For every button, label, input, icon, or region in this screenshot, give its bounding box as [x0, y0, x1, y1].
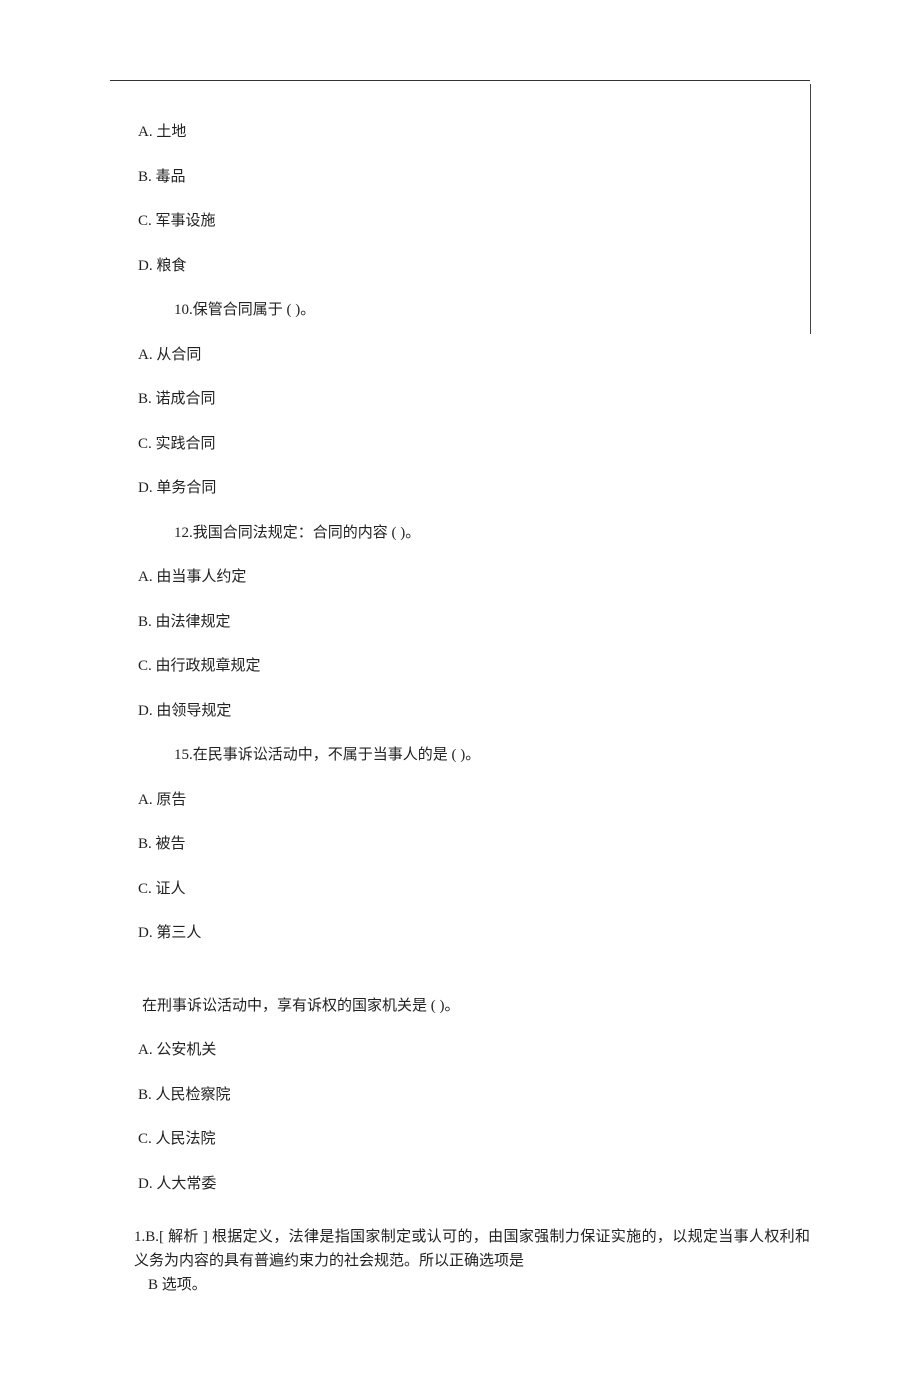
q12-option-c: C. 由行政规章规定: [138, 655, 810, 678]
q12-stem: 12.我国合同法规定：合同的内容 ( )。: [174, 522, 810, 545]
qextra-option-a: A. 公安机关: [138, 1039, 810, 1062]
q9-option-b: B. 毒品: [138, 166, 810, 189]
q12-option-b: B. 由法律规定: [138, 611, 810, 634]
q15-option-a: A. 原告: [138, 789, 810, 812]
q10-option-a: A. 从合同: [138, 344, 810, 367]
q12-option-d: D. 由领导规定: [138, 700, 810, 723]
q15-stem: 15.在民事诉讼活动中，不属于当事人的是 ( )。: [174, 744, 810, 767]
qextra-option-c: C. 人民法院: [138, 1128, 810, 1151]
qextra-option-b: B. 人民检察院: [138, 1084, 810, 1107]
q10-option-b: B. 诺成合同: [138, 388, 810, 411]
q9-option-c: C. 军事设施: [138, 210, 810, 233]
margin-vertical-rule: [810, 84, 811, 334]
answer-1-prefix: 1.B.[ 解析 ] 根据定义，法律是指国家制定或认可的，由国家强制力保证实施的…: [134, 1225, 810, 1273]
qextra-stem: 在刑事诉讼活动中，享有诉权的国家机关是 ( )。: [142, 995, 810, 1018]
q10-option-d: D. 单务合同: [138, 477, 810, 500]
answer-1-suffix: B 选项。: [110, 1273, 207, 1297]
document-page: A. 土地 B. 毒品 C. 军事设施 D. 粮食 10.保管合同属于 ( )。…: [0, 0, 920, 1377]
answer-1: 1.B.[ 解析 ] 根据定义，法律是指国家制定或认可的，由国家强制力保证实施的…: [110, 1225, 810, 1297]
q15-option-b: B. 被告: [138, 833, 810, 856]
qextra-option-d: D. 人大常委: [138, 1173, 810, 1196]
q9-option-a: A. 土地: [138, 121, 810, 144]
q10-stem: 10.保管合同属于 ( )。: [174, 299, 810, 322]
q15-option-d: D. 第三人: [138, 922, 810, 945]
header-rule: [110, 80, 810, 81]
q15-option-c: C. 证人: [138, 878, 810, 901]
q12-option-a: A. 由当事人约定: [138, 566, 810, 589]
q9-option-d: D. 粮食: [138, 255, 810, 278]
q10-option-c: C. 实践合同: [138, 433, 810, 456]
